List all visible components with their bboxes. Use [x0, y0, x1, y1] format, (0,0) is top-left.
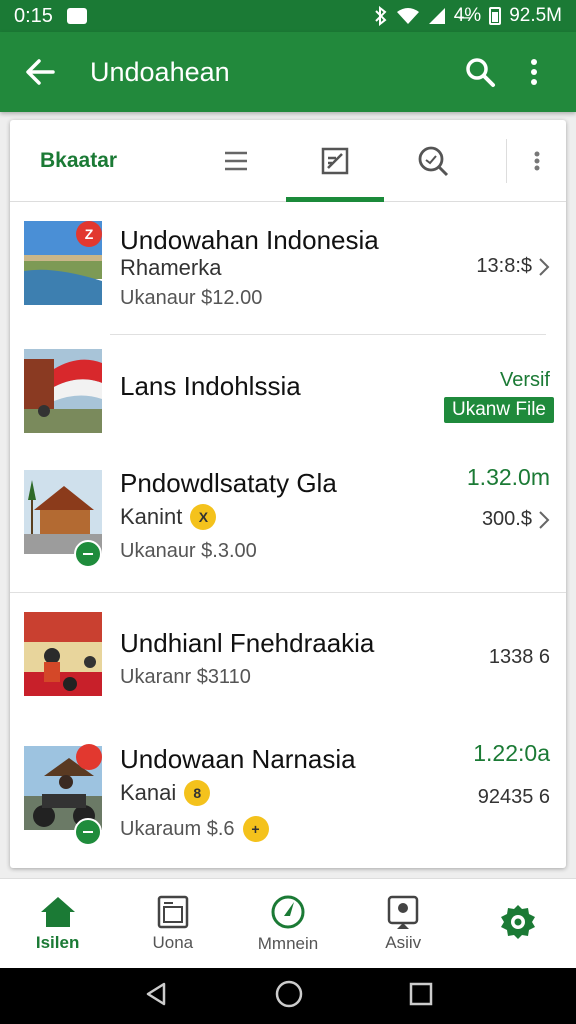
page-title: Undoahean	[90, 56, 230, 87]
list-icon	[225, 151, 248, 170]
tab-edit[interactable]	[285, 120, 385, 202]
item-status-badge	[74, 540, 102, 568]
edit-note-icon	[321, 147, 348, 174]
folder-icon	[157, 895, 189, 928]
search-zoom-icon	[418, 146, 448, 176]
item-badge: Z	[76, 221, 102, 247]
nav-home[interactable]: Isilen	[0, 879, 115, 968]
coin-icon: 8	[184, 780, 211, 806]
nav-label: Uona	[152, 932, 194, 952]
coin-icon: +	[242, 816, 269, 842]
item-title: Undowaan Narnasia	[120, 744, 356, 774]
more-options-button[interactable]	[510, 48, 558, 96]
status-bar: 0:15 4̶% 92.5M	[0, 0, 576, 32]
item-meta-text: 92435 6	[477, 786, 550, 808]
item-meta-text: 13:8:$	[476, 255, 532, 277]
item-price-text: Ukanaur $.3.00	[120, 540, 257, 562]
item-meta-text: 300.$	[481, 508, 532, 530]
settings-icon	[501, 904, 536, 939]
recents-square-icon[interactable]	[408, 981, 434, 1012]
item-subtitle-text: Kanint	[120, 504, 183, 529]
more-vert-icon	[534, 151, 540, 170]
list-item[interactable]: Undowaan Narnasia Kanai 8 Ukaraum $.6 + …	[10, 736, 566, 860]
notification-icon	[66, 8, 87, 24]
item-subtitle: Kanint X	[120, 504, 217, 530]
nav-label: Asiiv	[385, 932, 422, 952]
item-amount: 1.22:0a	[473, 740, 550, 766]
item-price: Ukanaur $12.00	[120, 287, 262, 310]
item-subtitle-text: Rhamerka	[120, 255, 222, 280]
nav-label: Isilen	[35, 932, 80, 952]
chevron-right-icon	[539, 510, 550, 529]
item-subtitle: Kanai 8	[120, 780, 211, 806]
account-box-icon	[387, 895, 419, 929]
arrow-left-icon	[26, 59, 55, 85]
tab-search[interactable]	[384, 120, 482, 202]
divider	[110, 334, 546, 335]
home-icon	[40, 896, 75, 927]
back-button[interactable]	[18, 50, 62, 94]
item-price-text: Ukaranr $3110	[120, 666, 251, 688]
search-button[interactable]	[456, 48, 504, 96]
status-time: 0:15	[14, 4, 53, 27]
tab-brand[interactable]: Bkaatar	[10, 149, 187, 173]
more-vert-icon	[531, 59, 537, 85]
item-title: Pndowdlsataty Gla	[120, 468, 337, 498]
signal-icon	[428, 7, 446, 25]
compass-icon	[271, 895, 305, 928]
list-item[interactable]: Undhianl Fnehdraakia Ukaranr $3110 1338 …	[10, 610, 566, 710]
home-circle-icon[interactable]	[274, 979, 304, 1014]
battery-percent: 4̶%	[453, 5, 482, 26]
item-title: Undowahan Indonesia	[120, 225, 379, 255]
back-triangle-icon[interactable]	[142, 980, 170, 1013]
item-badge	[76, 744, 102, 770]
content-card: Bkaatar Z Undowahan Indonesia Rhamerka U…	[10, 120, 566, 868]
item-amount: 1.32.0m	[466, 464, 550, 490]
network-speed: 92.5M	[509, 5, 562, 26]
item-meta: 300.$	[482, 508, 550, 531]
nav-account[interactable]: Asiiv	[346, 879, 461, 968]
item-meta: 13:8:$	[476, 255, 550, 278]
coin-icon: X	[190, 504, 217, 530]
tab-list[interactable]	[187, 120, 285, 202]
item-title: Undhianl Fnehdraakia	[120, 628, 375, 658]
chevron-right-icon	[539, 257, 550, 276]
bottom-navigation: Isilen Uona Mmnein Asiiv	[0, 878, 576, 968]
wifi-icon	[396, 7, 420, 25]
item-price: Ukaraum $.6 +	[120, 816, 269, 842]
nav-folder[interactable]: Uona	[115, 879, 230, 968]
tab-bar: Bkaatar	[10, 120, 566, 202]
list-item[interactable]: Z Undowahan Indonesia Rhamerka Ukanaur $…	[10, 215, 566, 335]
item-status: Versif	[499, 369, 550, 391]
list-item[interactable]: Lans Indohlssia Versif Ukanw File	[10, 345, 566, 445]
nav-settings[interactable]	[461, 879, 576, 968]
item-tag[interactable]: Ukanw File	[444, 397, 554, 423]
item-meta-text: 1338 6	[488, 646, 550, 668]
bluetooth-icon	[374, 6, 388, 26]
item-subtitle-text: Kanai	[120, 780, 177, 805]
item-price-text: Ukaraum $.6	[120, 817, 235, 840]
item-thumbnail	[24, 349, 102, 433]
nav-compass[interactable]: Mmnein	[230, 879, 345, 968]
item-price-text: Ukanaur $12.00	[120, 287, 263, 309]
system-navigation-bar	[0, 968, 576, 1024]
item-price: Ukanaur $.3.00	[120, 540, 257, 563]
item-meta: 1338 6	[489, 646, 550, 669]
section-divider	[10, 592, 566, 593]
list-item[interactable]: Pndowdlsataty Gla Kanint X Ukanaur $.3.0…	[10, 460, 566, 580]
item-meta: 92435 6	[478, 786, 550, 809]
item-subtitle: Rhamerka	[120, 255, 221, 281]
item-status-badge	[74, 818, 102, 846]
item-thumbnail	[24, 612, 102, 696]
app-bar: Undoahean	[0, 32, 576, 112]
battery-icon	[489, 7, 502, 25]
item-price: Ukaranr $3110	[120, 666, 251, 689]
tab-more-button[interactable]	[507, 151, 566, 171]
search-icon	[466, 58, 495, 87]
item-title: Lans Indohlssia	[120, 371, 301, 401]
nav-label: Mmnein	[257, 933, 319, 953]
